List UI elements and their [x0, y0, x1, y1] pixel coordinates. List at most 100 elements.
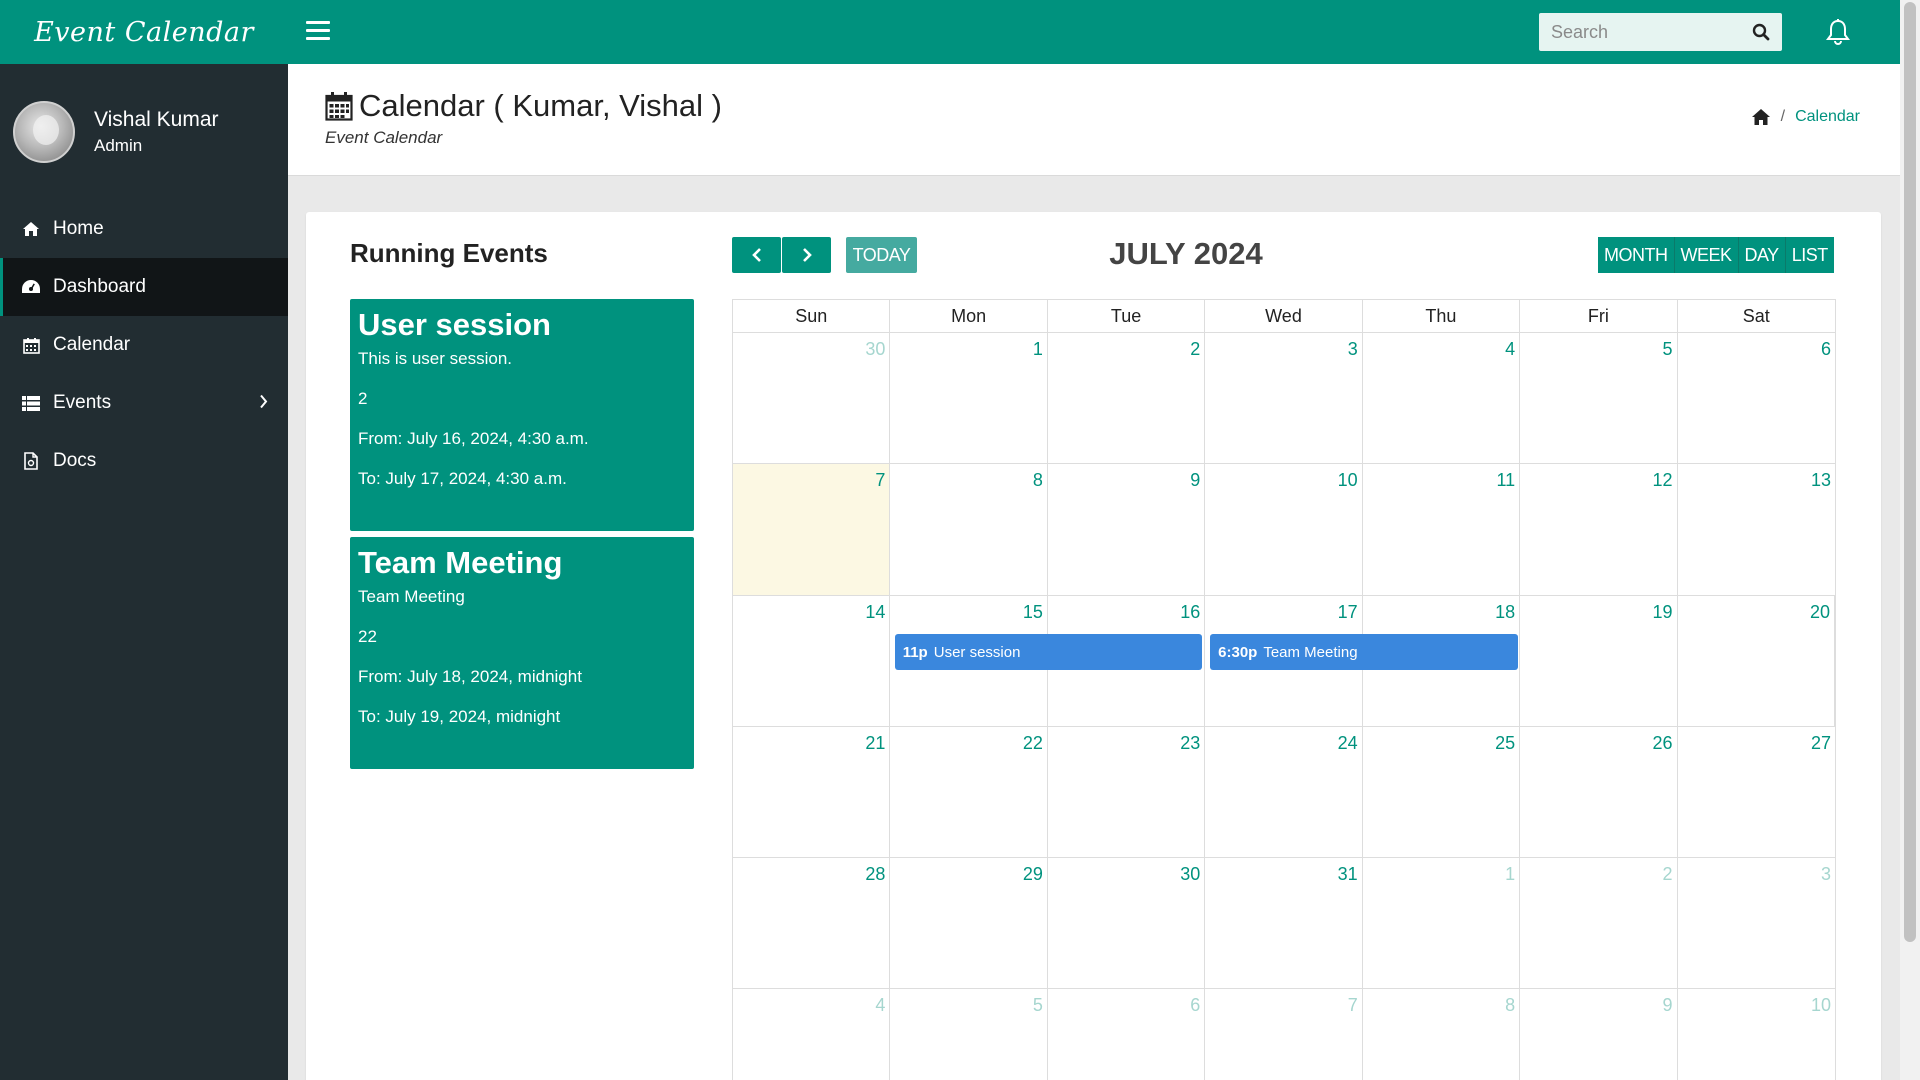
day-number[interactable]: 1	[1505, 864, 1515, 885]
calendar-day-cell[interactable]: 13	[1678, 464, 1835, 595]
today-button[interactable]: TODAY	[846, 237, 917, 273]
calendar-day-cell[interactable]: 30	[1048, 858, 1206, 988]
calendar-day-cell[interactable]: 19	[1520, 596, 1678, 726]
day-number[interactable]: 6	[1821, 339, 1831, 360]
next-month-button[interactable]	[782, 237, 831, 273]
prev-month-button[interactable]	[732, 237, 781, 273]
calendar-day-cell[interactable]: 27	[1678, 727, 1835, 857]
sidebar-item-docs[interactable]: Docs	[0, 432, 288, 490]
day-number[interactable]: 6	[1190, 995, 1200, 1016]
calendar-day-cell[interactable]: 30	[733, 333, 891, 463]
day-number[interactable]: 12	[1653, 470, 1673, 491]
day-number[interactable]: 31	[1338, 864, 1358, 885]
day-number[interactable]: 13	[1811, 470, 1831, 491]
list-view-button[interactable]: LIST	[1785, 237, 1834, 273]
calendar-day-cell[interactable]: 6	[1678, 333, 1835, 463]
day-number[interactable]: 4	[1505, 339, 1515, 360]
day-number[interactable]: 23	[1180, 733, 1200, 754]
day-number[interactable]: 7	[875, 470, 885, 491]
day-number[interactable]: 7	[1348, 995, 1358, 1016]
search-input[interactable]	[1539, 13, 1739, 51]
day-number[interactable]: 15	[1023, 602, 1043, 623]
day-number[interactable]: 14	[865, 602, 885, 623]
day-number[interactable]: 16	[1180, 602, 1200, 623]
calendar-day-cell[interactable]: 11	[1363, 464, 1521, 595]
sidebar-item-home[interactable]: Home	[0, 200, 288, 258]
calendar-day-cell[interactable]: 26	[1520, 727, 1678, 857]
calendar-day-cell[interactable]: 4	[733, 989, 891, 1080]
calendar-day-cell[interactable]: 2	[1520, 858, 1678, 988]
calendar-day-cell[interactable]: 31	[1205, 858, 1363, 988]
scrollbar-thumb[interactable]	[1904, 2, 1916, 942]
day-number[interactable]: 20	[1810, 602, 1830, 623]
search-icon[interactable]	[1752, 23, 1770, 41]
calendar-day-cell[interactable]: 6	[1048, 989, 1206, 1080]
day-number[interactable]: 19	[1653, 602, 1673, 623]
day-number[interactable]: 4	[875, 995, 885, 1016]
calendar-day-cell[interactable]: 24	[1205, 727, 1363, 857]
day-number[interactable]: 2	[1190, 339, 1200, 360]
day-number[interactable]: 9	[1190, 470, 1200, 491]
day-number[interactable]: 5	[1033, 995, 1043, 1016]
day-number[interactable]: 8	[1505, 995, 1515, 1016]
calendar-event[interactable]: 11p User session	[894, 634, 1203, 670]
month-view-button[interactable]: MONTH	[1598, 237, 1675, 273]
day-number[interactable]: 3	[1821, 864, 1831, 885]
calendar-day-cell[interactable]: 10	[1205, 464, 1363, 595]
sidebar-item-dashboard[interactable]: Dashboard	[0, 258, 288, 316]
home-icon[interactable]	[1751, 108, 1771, 126]
day-number[interactable]: 25	[1495, 733, 1515, 754]
calendar-event[interactable]: 6:30p Team Meeting	[1210, 634, 1518, 670]
day-number[interactable]: 30	[1180, 864, 1200, 885]
day-number[interactable]: 22	[1023, 733, 1043, 754]
calendar-day-cell[interactable]: 3	[1205, 333, 1363, 463]
day-number[interactable]: 18	[1495, 602, 1515, 623]
calendar-day-cell[interactable]: 5	[890, 989, 1048, 1080]
day-number[interactable]: 10	[1811, 995, 1831, 1016]
calendar-day-cell[interactable]: 22	[890, 727, 1048, 857]
day-view-button[interactable]: DAY	[1738, 237, 1786, 273]
calendar-day-cell[interactable]: 25	[1363, 727, 1521, 857]
menu-toggle-icon[interactable]	[306, 21, 330, 41]
calendar-day-cell[interactable]: 28	[733, 858, 891, 988]
calendar-day-cell[interactable]: 9	[1048, 464, 1206, 595]
day-number[interactable]: 28	[865, 864, 885, 885]
sidebar-item-events[interactable]: Events	[0, 374, 288, 432]
day-number[interactable]: 3	[1348, 339, 1358, 360]
calendar-day-cell[interactable]: 14	[733, 596, 891, 726]
calendar-day-cell[interactable]: 5	[1520, 333, 1678, 463]
day-number[interactable]: 9	[1663, 995, 1673, 1016]
week-view-button[interactable]: WEEK	[1674, 237, 1739, 273]
day-number[interactable]: 2	[1663, 864, 1673, 885]
calendar-day-cell[interactable]: 20	[1678, 596, 1835, 726]
calendar-day-cell[interactable]: 1	[1363, 858, 1521, 988]
brand-logo[interactable]: Event Calendar	[0, 0, 288, 64]
calendar-day-cell[interactable]: 12	[1520, 464, 1678, 595]
day-number[interactable]: 1	[1033, 339, 1043, 360]
day-number[interactable]: 26	[1653, 733, 1673, 754]
calendar-day-cell[interactable]: 2	[1048, 333, 1206, 463]
calendar-day-cell[interactable]: 7	[733, 464, 891, 595]
calendar-day-cell[interactable]: 7	[1205, 989, 1363, 1080]
calendar-day-cell[interactable]: 3	[1678, 858, 1835, 988]
bell-icon[interactable]	[1825, 18, 1851, 46]
calendar-day-cell[interactable]: 10	[1678, 989, 1835, 1080]
day-number[interactable]: 24	[1338, 733, 1358, 754]
day-number[interactable]: 11	[1496, 470, 1515, 491]
calendar-day-cell[interactable]: 29	[890, 858, 1048, 988]
calendar-day-cell[interactable]: 8	[890, 464, 1048, 595]
running-event-card[interactable]: User session This is user session. 2 Fro…	[350, 299, 694, 531]
running-event-card[interactable]: Team Meeting Team Meeting 22 From: July …	[350, 537, 694, 769]
calendar-day-cell[interactable]: 8	[1363, 989, 1521, 1080]
calendar-day-cell[interactable]: 4	[1363, 333, 1521, 463]
day-number[interactable]: 21	[865, 733, 885, 754]
calendar-day-cell[interactable]: 1	[890, 333, 1048, 463]
breadcrumb-calendar[interactable]: Calendar	[1795, 108, 1860, 126]
day-number[interactable]: 17	[1338, 602, 1358, 623]
calendar-day-cell[interactable]: 23	[1048, 727, 1206, 857]
day-number[interactable]: 30	[865, 339, 885, 360]
day-number[interactable]: 29	[1023, 864, 1043, 885]
day-number[interactable]: 10	[1338, 470, 1358, 491]
day-number[interactable]: 27	[1811, 733, 1831, 754]
calendar-day-cell[interactable]: 21	[733, 727, 891, 857]
